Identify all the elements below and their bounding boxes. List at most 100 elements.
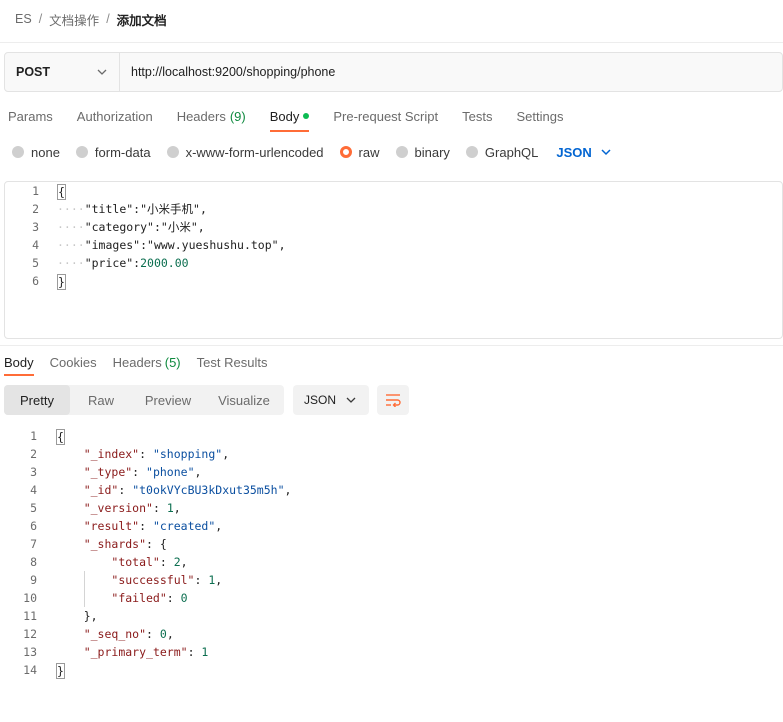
tab-headers[interactable]: Headers (9) (177, 105, 246, 127)
tab-label: Body (4, 354, 34, 370)
radio-circle (465, 146, 478, 158)
radio-circle (395, 146, 408, 158)
json-value: 1 (166, 501, 174, 515)
response-format-select[interactable]: JSON (293, 385, 369, 415)
json-key: "category" (84, 220, 154, 234)
breadcrumb-request[interactable]: 添加文档 (117, 10, 167, 29)
json-value: 2 (173, 555, 181, 569)
request-tabs: Params Authorization Headers (9) Body Pre… (8, 105, 587, 133)
raw-format-label: JSON (556, 144, 592, 160)
line-number: 3 (32, 220, 39, 234)
chevron-down-icon (601, 149, 611, 156)
code-line: ····"category":"小米", (57, 220, 205, 234)
body-type-selector: none form-data x-www-form-urlencoded raw… (12, 143, 612, 161)
tab-label: Authorization (76, 108, 153, 124)
json-value: "www.yueshushu.top" (147, 238, 279, 252)
radio-x-www-form-urlencoded[interactable]: x-www-form-urlencoded (166, 144, 324, 160)
tab-settings[interactable]: Settings (516, 105, 563, 127)
code-line: { (56, 427, 291, 445)
view-visualize-button[interactable]: Visualize (204, 385, 284, 415)
line-number: 3 (30, 465, 37, 479)
radio-form-data[interactable]: form-data (75, 145, 151, 160)
view-preview-button[interactable]: Preview (132, 385, 204, 415)
line-number: 5 (30, 501, 37, 515)
line-number: 12 (23, 627, 37, 641)
tab-body[interactable]: Body (269, 105, 310, 132)
line-number: 11 (23, 609, 37, 623)
breadcrumb-separator: / (106, 12, 110, 26)
response-tabs: Body Cookies Headers (5) Test Results (4, 353, 283, 376)
breadcrumb-folder[interactable]: 文档操作 (49, 10, 99, 29)
line-number: 9 (30, 573, 37, 587)
radio-circle (75, 146, 88, 158)
pane-divider (0, 345, 783, 346)
json-value: "小米" (160, 220, 198, 234)
json-value: 0 (180, 591, 188, 605)
breadcrumb-collection[interactable]: ES (15, 12, 32, 26)
json-key: "price" (84, 256, 134, 270)
code-line: "failed": 0 (111, 591, 188, 605)
code-line: "_seq_no": 0, (83, 627, 174, 641)
line-number: 7 (30, 537, 37, 551)
json-value: "小米手机" (140, 202, 200, 216)
json-key: "_index" (83, 447, 140, 461)
line-number: 1 (30, 429, 37, 443)
wrap-lines-button[interactable] (377, 385, 409, 415)
response-tab-cookies[interactable]: Cookies (50, 353, 97, 371)
header-divider (0, 42, 783, 43)
method-select[interactable]: POST (5, 53, 120, 91)
radio-raw[interactable]: raw (339, 145, 380, 160)
body-indicator-dot (303, 113, 310, 119)
open-brace: { (57, 183, 66, 200)
url-input[interactable]: http://localhost:9200/shopping/phone (120, 53, 335, 91)
method-label: POST (16, 65, 51, 79)
response-format-label: JSON (304, 393, 337, 407)
tab-params[interactable]: Params (8, 105, 53, 127)
open-brace: { (56, 428, 65, 445)
code-line: }, (83, 609, 98, 623)
json-key: "_id" (83, 483, 119, 497)
radio-circle (339, 146, 352, 158)
json-key: "_primary_term" (83, 645, 188, 659)
radio-graphql[interactable]: GraphQL (465, 144, 539, 160)
line-number: 5 (32, 256, 39, 270)
tab-label: Cookies (49, 354, 97, 370)
line-number: 10 (23, 591, 37, 605)
response-tab-test-results[interactable]: Test Results (197, 353, 268, 371)
tab-label: Settings (516, 108, 564, 124)
tab-authorization[interactable]: Authorization (77, 105, 153, 127)
json-value: "t0okVYcBU3kDxut35m5h" (132, 483, 285, 497)
json-value: "shopping" (152, 447, 223, 461)
json-value: "phone" (146, 465, 195, 479)
response-tab-headers[interactable]: Headers (5) (113, 353, 181, 371)
tab-pre-request-script[interactable]: Pre-request Script (333, 105, 438, 127)
request-code: { ····"title":"小米手机", ····"category":"小米… (57, 182, 286, 290)
code-line: "successful": 1, (111, 573, 223, 587)
line-numbers: 1 2 3 4 5 6 7 8 9 10 11 12 13 14 (7, 427, 37, 679)
radio-label: GraphQL (484, 144, 539, 160)
request-body-editor[interactable]: 1 2 3 4 5 6 { ····"title":"小米手机", ····"c… (4, 181, 783, 339)
json-key: "images" (84, 238, 141, 252)
close-brace: } (57, 273, 66, 290)
code-line: ····"price":2000.00 (57, 256, 189, 270)
response-tab-body[interactable]: Body (4, 353, 34, 376)
code-line: "_primary_term": 1 (83, 645, 209, 659)
view-raw-button[interactable]: Raw (70, 385, 132, 415)
chevron-down-icon (97, 69, 107, 75)
radio-circle (166, 146, 179, 158)
tab-label: Headers (176, 108, 226, 124)
line-number: 13 (23, 645, 37, 659)
raw-format-select[interactable]: JSON (556, 145, 611, 160)
code-line: "_shards": { (83, 537, 167, 551)
tab-label: Tests (462, 108, 493, 124)
radio-none[interactable]: none (12, 145, 60, 160)
view-pretty-button[interactable]: Pretty (4, 385, 70, 415)
radio-binary[interactable]: binary (395, 145, 450, 160)
code-line: } (57, 272, 286, 290)
radio-label: x-www-form-urlencoded (185, 144, 324, 160)
tab-tests[interactable]: Tests (462, 105, 492, 127)
chevron-down-icon (346, 397, 356, 403)
url-bar: POST http://localhost:9200/shopping/phon… (4, 52, 783, 92)
response-code: { "_index": "shopping", "_type": "phone"… (56, 427, 291, 679)
response-body-viewer[interactable]: 1 2 3 4 5 6 7 8 9 10 11 12 13 14 { "_ind… (0, 427, 783, 687)
